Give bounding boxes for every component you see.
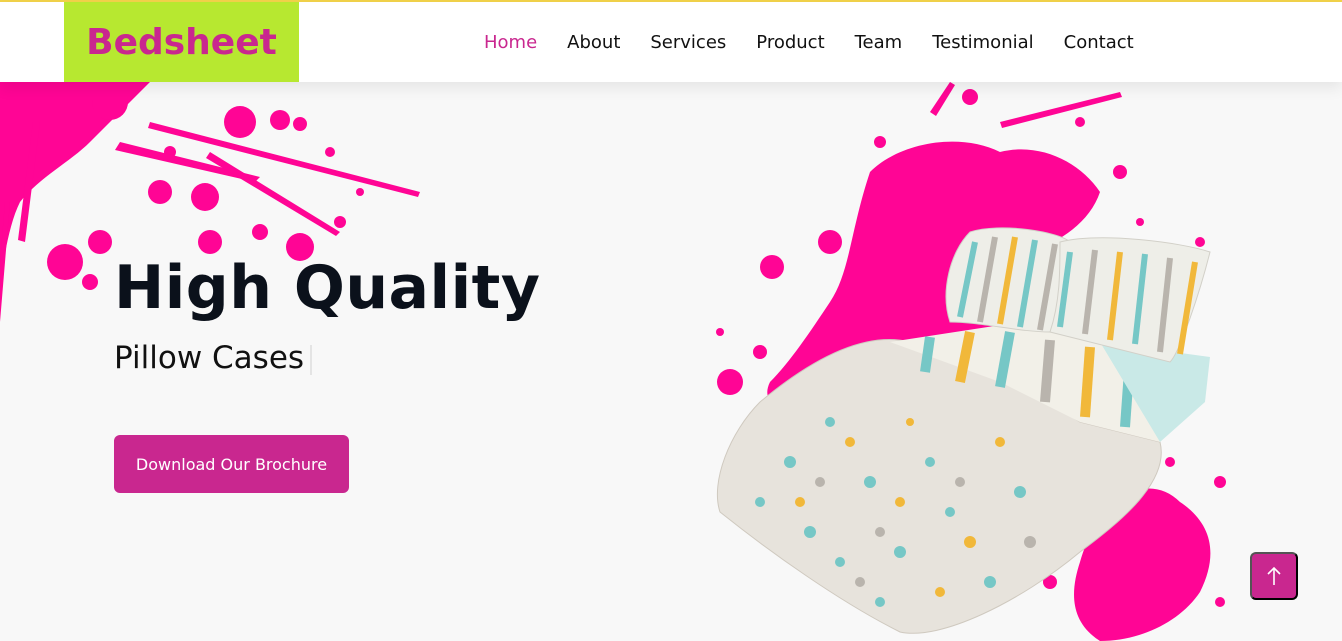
nav-item-team[interactable]: Team (855, 32, 903, 53)
nav-item-about[interactable]: About (567, 32, 620, 53)
nav-item-testimonial[interactable]: Testimonial (932, 32, 1033, 53)
arrow-up-icon (1267, 566, 1281, 585)
hero-title: High Quality (114, 253, 541, 323)
download-brochure-button[interactable]: Download Our Brochure (114, 435, 349, 493)
brand-name: Bedsheet (86, 21, 277, 63)
scroll-to-top-button[interactable] (1250, 552, 1298, 600)
nav-item-contact[interactable]: Contact (1064, 32, 1134, 53)
bed-illustration (716, 82, 1226, 641)
nav-item-services[interactable]: Services (650, 32, 726, 53)
nav-item-product[interactable]: Product (756, 32, 824, 53)
nav-item-home[interactable]: Home (484, 32, 537, 53)
typing-cursor (310, 344, 313, 375)
site-header: Bedsheet Home About Services Product Tea… (0, 2, 1342, 82)
main-nav: Home About Services Product Team Testimo… (484, 2, 1164, 82)
hero-subtitle-line: Pillow Cases (114, 340, 540, 376)
hero-subtitle: Pillow Cases (114, 340, 305, 376)
brand-logo[interactable]: Bedsheet (64, 2, 299, 82)
hero-text-block: High Quality Pillow Cases (114, 250, 540, 376)
